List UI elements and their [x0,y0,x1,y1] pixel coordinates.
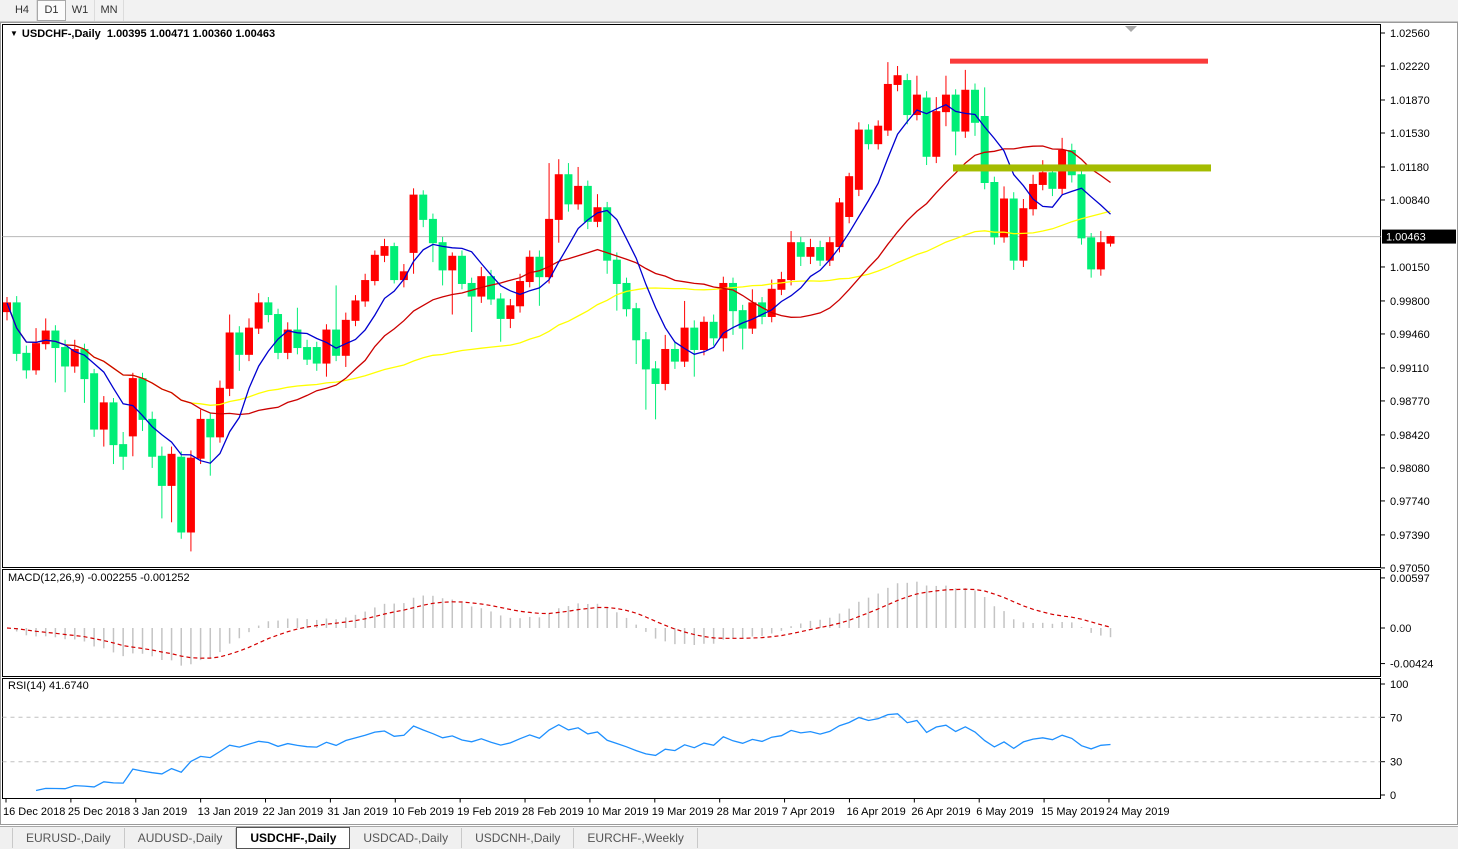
support-line[interactable] [953,164,1211,172]
rsi-axis-tick: 0 [1390,790,1396,802]
price-axis-tick: 1.01530 [1390,128,1430,140]
tab-usdcad-daily[interactable]: USDCAD-,Daily [350,828,463,848]
tab-audusd-daily[interactable]: AUDUSD-,Daily [125,828,237,848]
price-axis-tick: 0.98080 [1390,463,1430,475]
price-axis-tick: 1.01870 [1390,95,1430,107]
date-axis-label: 19 Feb 2019 [457,806,519,818]
main-chart-pane[interactable] [2,24,1381,568]
date-axis-label: 6 May 2019 [976,806,1033,818]
chart-canvas[interactable]: 1.02560 1.02220 1.01870 1.01530 1.01180 1.008… [0,0,1458,848]
chart-title: ▼ USDCHF-,Daily 1.00395 1.00471 1.00360 1… [10,28,275,40]
timeframe-toolbar: H4 D1 W1 MN [0,0,1458,22]
date-axis-label: 7 Apr 2019 [782,806,835,818]
macd-axis-tick: -0.00424 [1390,659,1433,671]
date-axis-label: 13 Jan 2019 [198,806,259,818]
price-axis-tick: 1.00150 [1390,262,1430,274]
tab-usdcnh-daily[interactable]: USDCNH-,Daily [462,828,575,848]
date-axis-label: 25 Dec 2018 [68,806,130,818]
timeframe-button-mn[interactable]: MN [95,0,124,21]
date-axis-label: 19 Mar 2019 [652,806,714,818]
price-axis-tick: 1.01180 [1390,162,1429,174]
chart-ohlc-values: 1.00395 1.00471 1.00360 1.00463 [106,28,276,40]
price-axis-tick: 1.02220 [1390,61,1430,73]
price-axis-tick: 1.02560 [1390,28,1430,40]
tab-eurusd-daily[interactable]: EURUSD-,Daily [12,828,125,848]
price-axis-tick: 1.00840 [1390,195,1430,207]
timeframe-button-w1[interactable]: W1 [66,0,95,21]
macd-pane[interactable] [2,569,1381,677]
date-axis-label: 16 Apr 2019 [846,806,905,818]
rsi-axis-tick: 70 [1390,712,1402,724]
price-axis-tick: 0.99460 [1390,329,1430,341]
date-axis-label: 26 Apr 2019 [911,806,970,818]
rsi-axis-tick: 30 [1390,757,1402,769]
resistance-line[interactable] [950,58,1208,64]
date-axis[interactable]: 16 Dec 2018 25 Dec 2018 3 Jan 2019 13 Jan 2… [3,798,1170,819]
price-axis-tick: 0.98770 [1390,396,1430,408]
chart-collapse-icon[interactable]: ▼ [10,29,18,38]
price-axis-tick: 0.98420 [1390,430,1430,442]
price-axis-tick: 0.97740 [1390,496,1430,508]
price-axis-tick: 0.99800 [1390,296,1430,308]
date-axis-label: 16 Dec 2018 [3,806,65,818]
date-axis-label: 15 May 2019 [1041,806,1105,818]
timeframe-button-h4[interactable]: H4 [8,0,37,21]
date-axis-label: 31 Jan 2019 [327,806,388,818]
date-axis-label: 3 Jan 2019 [133,806,187,818]
chart-tabbar: EURUSD-,Daily AUDUSD-,Daily USDCHF-,Dail… [0,826,1458,849]
macd-indicator-label: MACD(12,26,9) -0.002255 -0.001252 [8,572,190,584]
chart-symbol-label: USDCHF-,Daily [21,28,101,40]
macd-axis-tick: 0.00 [1390,623,1411,635]
tab-usdchf-daily[interactable]: USDCHF-,Daily [236,827,351,849]
tab-eurchf-weekly[interactable]: EURCHF-,Weekly [574,828,698,848]
date-axis-label: 28 Feb 2019 [522,806,584,818]
timeframe-button-d1[interactable]: D1 [37,0,66,21]
date-axis-label: 28 Mar 2019 [717,806,779,818]
macd-axis-tick: 0.00597 [1390,573,1430,585]
current-price-tag-label: 1.00463 [1386,232,1426,244]
rsi-axis-tick: 100 [1390,679,1408,691]
date-axis-label: 10 Mar 2019 [587,806,649,818]
date-axis-label: 22 Jan 2019 [263,806,324,818]
price-axis-tick: 0.99110 [1390,363,1429,375]
date-axis-label: 24 May 2019 [1106,806,1170,818]
date-axis-label: 10 Feb 2019 [392,806,454,818]
rsi-pane[interactable] [2,678,1381,799]
rsi-indicator-label: RSI(14) 41.6740 [8,680,89,692]
price-axis-tick: 0.97390 [1390,530,1430,542]
macd-values: -0.002255 -0.001252 [87,572,190,584]
